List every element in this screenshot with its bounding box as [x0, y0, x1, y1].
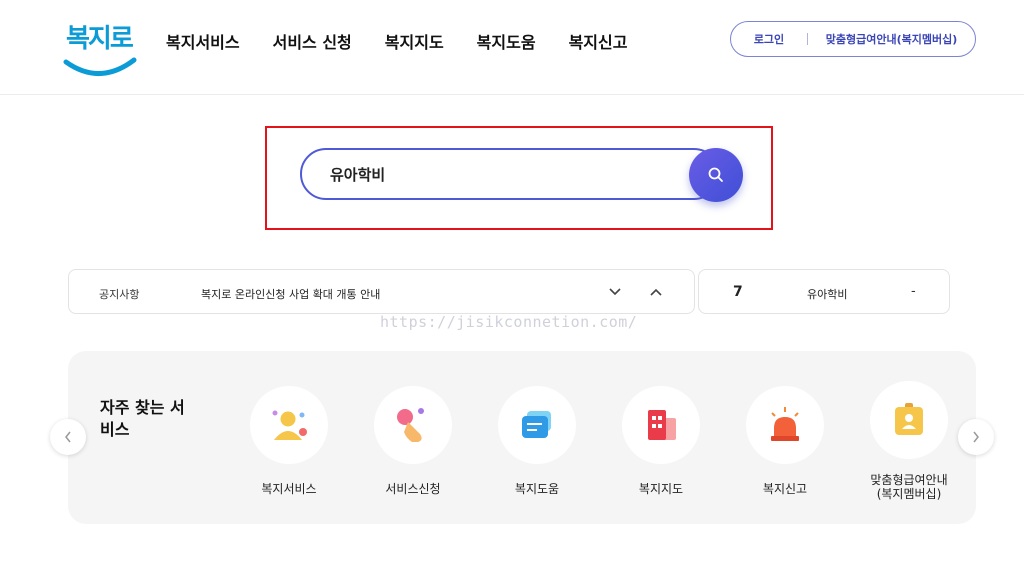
frequent-services-title: 자주 찾는 서비스: [100, 398, 185, 439]
watermark-text: https://jisikconnetion.com/: [380, 313, 638, 331]
siren-icon: [771, 407, 799, 441]
rank-number: 7: [733, 284, 743, 300]
service-report[interactable]: 복지신고: [735, 386, 835, 496]
frequent-services-panel: 자주 찾는 서비스 복지서비스 서비스신청 복지도움 복지지도 복지신고 맞춤형…: [68, 351, 976, 524]
site-header: 복지로 복지서비스 서비스 신청 복지지도 복지도움 복지신고 로그인 맞춤형급…: [0, 0, 1024, 95]
service-icon-circle: [250, 386, 328, 464]
logo-smile-icon: [63, 57, 137, 76]
header-account-group: 로그인 맞춤형급여안내(복지멤버십): [730, 21, 976, 57]
search-input[interactable]: [330, 162, 660, 186]
chevron-left-icon: [65, 431, 71, 443]
service-map[interactable]: 복지지도: [611, 386, 711, 496]
service-icon-circle: [622, 386, 700, 464]
nav-welfare-report[interactable]: 복지신고: [569, 29, 628, 53]
membership-button[interactable]: 맞춤형급여안내(복지멤버십): [808, 31, 975, 47]
service-label: 복지도움: [514, 482, 560, 496]
id-card-icon: [895, 403, 923, 435]
chat-bubble-icon: [522, 411, 551, 438]
notice-label: 공지사항: [99, 288, 140, 301]
chevron-up-icon: [650, 288, 662, 296]
nav-welfare-help[interactable]: 복지도움: [477, 29, 536, 53]
notice-bar: 공지사항 복지로 온라인신청 사업 확대 개통 안내: [68, 269, 695, 314]
nav-service-application[interactable]: 서비스 신청: [273, 29, 352, 53]
carousel-prev-button[interactable]: [50, 419, 86, 455]
search-icon: [708, 167, 723, 182]
rank-term: 유아학비: [807, 288, 848, 301]
main-nav: 복지서비스 서비스 신청 복지지도 복지도움 복지신고: [166, 29, 660, 53]
carousel-next-button[interactable]: [958, 419, 994, 455]
service-application[interactable]: 서비스신청: [363, 386, 463, 496]
building-icon: [648, 410, 676, 440]
notice-prev-button[interactable]: [646, 282, 666, 302]
service-label: 복지서비스: [261, 482, 317, 496]
notice-text[interactable]: 복지로 온라인신청 사업 확대 개통 안내: [201, 286, 380, 302]
login-button[interactable]: 로그인: [731, 31, 807, 47]
nav-welfare-map[interactable]: 복지지도: [385, 29, 444, 53]
chevron-right-icon: [973, 431, 979, 443]
search-box: [300, 148, 720, 200]
search-button[interactable]: [689, 148, 743, 202]
service-label: 복지지도: [638, 482, 684, 496]
service-label: 복지신고: [762, 482, 808, 496]
hand-click-icon: [397, 408, 424, 442]
service-help[interactable]: 복지도움: [487, 386, 587, 496]
chevron-down-icon: [609, 288, 621, 296]
service-label: 서비스신청: [385, 482, 441, 496]
service-membership[interactable]: 맞춤형급여안내 (복지멤버십): [859, 381, 959, 501]
service-icon-circle: [498, 386, 576, 464]
service-label: 맞춤형급여안내 (복지멤버십): [870, 473, 948, 501]
notice-next-button[interactable]: [605, 282, 625, 302]
service-icon-circle: [746, 386, 824, 464]
service-icon-circle: [374, 386, 452, 464]
nav-welfare-services[interactable]: 복지서비스: [166, 29, 240, 53]
popular-search-rank[interactable]: 7 유아학비 -: [698, 269, 950, 314]
person-icon: [272, 410, 307, 440]
service-welfare[interactable]: 복지서비스: [239, 386, 339, 496]
rank-change: -: [911, 284, 916, 299]
service-icon-circle: [870, 381, 948, 459]
logo-text: 복지로: [66, 24, 134, 54]
site-logo[interactable]: 복지로: [62, 16, 138, 82]
